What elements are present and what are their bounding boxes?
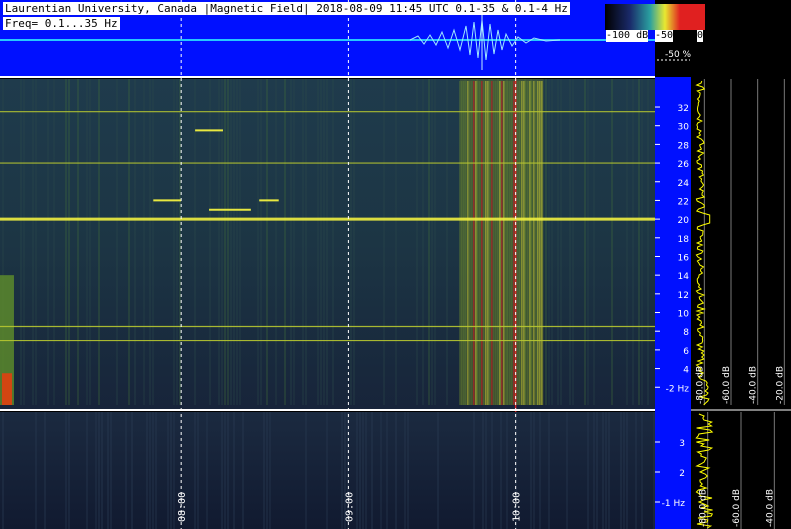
freq-tick-label: 22 [678, 197, 689, 207]
low-freq-tick-label: -1 Hz [662, 499, 686, 509]
freq-tick-label: 10 [678, 310, 690, 320]
early-event-core [1, 373, 12, 405]
freq-tick-label: 4 [683, 366, 689, 376]
freq-tick-label: 24 [678, 179, 690, 189]
freq-tick-label: 6 [683, 347, 689, 357]
freq-tick-label: 26 [678, 160, 690, 170]
colorbar-label-min: -100 dB [606, 30, 649, 42]
colorbar-label-mid: -50 [655, 30, 674, 42]
spectrum-db-label: -80.0 dB [699, 489, 709, 527]
percent-label: -50 % [665, 50, 692, 60]
freq-tick-label: 12 [678, 291, 689, 301]
freq-tick-label: 28 [678, 141, 690, 151]
spectrum-db-label: -80.0 dB [695, 366, 705, 404]
freq-tick-label: 8 [683, 328, 689, 338]
chart-title: Laurentian University, Canada |Magnetic … [3, 2, 570, 15]
freq-tick-label: 32 [678, 104, 689, 114]
spectrum-db-label: -40.0 dB [749, 366, 759, 404]
freq-tick-label: 14 [678, 272, 690, 282]
freq-tick-label: 16 [678, 253, 690, 263]
colorbar [605, 4, 705, 30]
freq-tick-label: 20 [678, 216, 690, 226]
low-freq-tick-label: 2 [679, 469, 685, 479]
time-label: 10:00 [512, 492, 523, 522]
time-label: 08:00 [177, 492, 188, 522]
freq-range-label: Freq= 0.1...35 Hz [3, 17, 120, 30]
time-label: 09:00 [344, 492, 355, 522]
spectrum-db-label: -40.0 dB [765, 489, 775, 527]
low-freq-tick-label: 3 [679, 439, 685, 449]
freq-tick-label: 18 [678, 235, 690, 245]
colorbar-label-max: 0 [697, 30, 704, 42]
spectrum-db-label: -60.0 dB [732, 489, 742, 527]
spectrum-db-label: -60.0 dB [722, 366, 732, 404]
freq-axis [655, 0, 691, 529]
freq-tick-label: 30 [678, 123, 690, 133]
spectrum-db-label: -20.0 dB [775, 366, 785, 404]
freq-tick-label: -2 Hz [666, 384, 690, 394]
spectrogram-figure: -2 Hz468101214161820222426283032 -1 Hz23… [0, 0, 791, 529]
